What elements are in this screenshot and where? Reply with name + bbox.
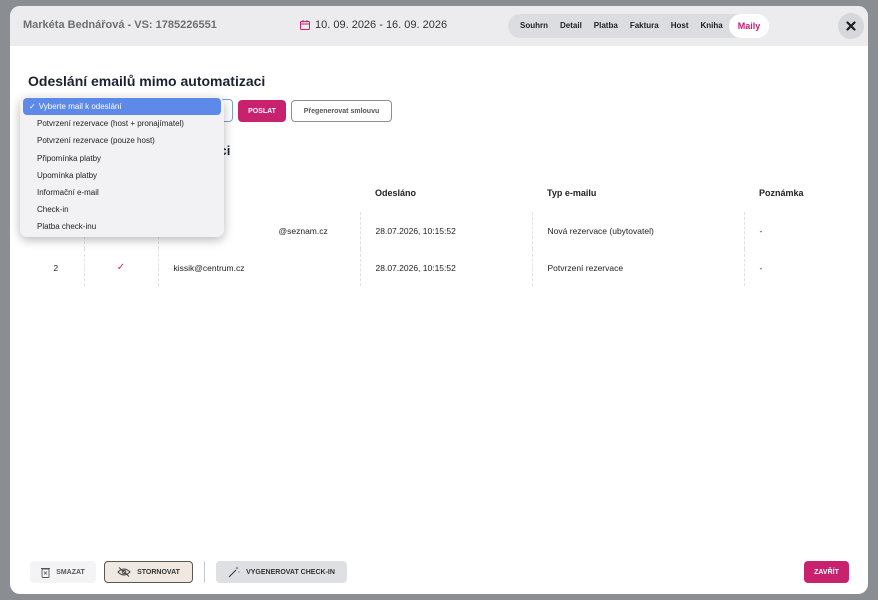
row-delivered-check-icon: ✓ [83,249,158,286]
dropdown-option[interactable]: Platba check-inu [23,218,221,235]
dropdown-option[interactable]: Potvrzení rezervace (host + pronajímatel… [23,115,221,132]
date-range: 10. 09. 2026 - 16. 09. 2026 [300,19,447,31]
delete-button[interactable]: SMAZAT [30,561,96,583]
close-modal-button[interactable] [838,13,864,39]
trash-icon [41,567,51,578]
footer-divider [204,561,205,583]
tab-bar: Souhrn Detail Platba Faktura Host Kniha … [508,14,770,38]
dropdown-option[interactable]: Upomínka platby [23,167,221,184]
close-button[interactable]: ZAVŘÍT [804,561,849,583]
regenerate-contract-button[interactable]: Přegenerovat smlouvu [291,100,392,122]
dropdown-option[interactable]: Informační e-mail [23,184,221,201]
tab-kniha[interactable]: Kniha [695,14,729,38]
dropdown-option-placeholder[interactable]: ✓ Vyberte mail k odeslání [23,98,221,116]
row-sent: 28.07.2026, 10:15:52 [359,212,532,249]
col-header-sent: Odesláno [375,188,417,198]
email-type-dropdown-menu: ✓ Vyberte mail k odeslání Potvrzení rezer… [20,97,224,237]
send-section-title: Odeslání emailů mimo automatizaci [28,73,266,89]
tab-maily[interactable]: Maily [728,14,770,38]
date-range-text: 10. 09. 2026 - 16. 09. 2026 [315,19,448,31]
guest-title: Markéta Bednářová - VS: 1785226551 [23,19,217,31]
tab-faktura[interactable]: Faktura [624,14,665,38]
table-row: 2 ✓ kissik@centrum.cz 28.07.2026, 10:15:… [28,249,848,286]
col-header-note: Poznámka [759,188,804,198]
col-header-type: Typ e-mailu [547,188,597,198]
cancel-label: STORNOVAT [137,568,180,576]
x-icon [846,21,856,31]
delete-label: SMAZAT [56,568,85,576]
option-label: Vyberte mail k odeslání [38,102,122,111]
eye-slash-icon [117,567,131,577]
tab-detail[interactable]: Detail [554,14,588,38]
row-email: kissik@centrum.cz [157,249,360,286]
magic-wand-icon [228,566,241,578]
dropdown-option[interactable]: Check-in [23,201,221,218]
calendar-icon [300,20,310,30]
row-note: - [743,249,848,286]
cancel-reservation-button[interactable]: STORNOVAT [104,561,193,583]
dropdown-option[interactable]: Připomínka platby [23,150,221,167]
tab-platba[interactable]: Platba [588,14,624,38]
row-sent: 28.07.2026, 10:15:52 [359,249,532,286]
checkin-label: VYGENEROVAT CHECK-IN [246,568,335,576]
tab-souhrn[interactable]: Souhrn [514,14,554,38]
row-type: Nová rezervace (ubytovatel) [531,212,744,249]
dropdown-option[interactable]: Potvrzení rezervace (pouze host) [23,132,221,149]
row-num: 2 [53,262,59,273]
modal-header: Markéta Bednářová - VS: 1785226551 10. 0… [10,6,868,46]
reservation-modal: Markéta Bednářová - VS: 1785226551 10. 0… [10,6,868,594]
tab-host[interactable]: Host [665,14,695,38]
row-type: Potvrzení rezervace [531,249,744,286]
generate-checkin-button[interactable]: VYGENEROVAT CHECK-IN [216,561,347,583]
checkmark-icon: ✓ [29,102,36,111]
row-note: - [743,212,848,249]
send-button[interactable]: POSLAT [238,100,286,122]
